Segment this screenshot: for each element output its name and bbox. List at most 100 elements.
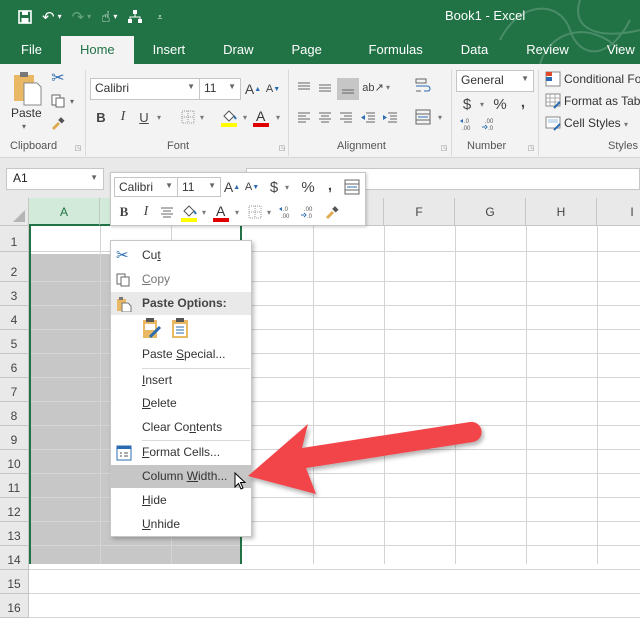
row-header-6[interactable]: 6 [0,354,29,378]
align-center-icon[interactable] [317,108,333,126]
column-header-g[interactable]: G [455,198,526,226]
font-name-combo[interactable]: Calibri ▼ [90,78,200,100]
row-header-9[interactable]: 9 [0,426,29,450]
cut-icon[interactable]: ✂ [48,68,68,88]
decrease-indent-icon[interactable] [359,108,377,126]
row-header-3[interactable]: 3 [0,282,29,306]
font-color-dropdown-icon[interactable]: ▾ [274,110,282,124]
mini-italic-button[interactable]: I [139,203,153,221]
tab-view[interactable]: View [588,36,640,64]
number-launcher-icon[interactable]: ◳ [527,144,535,152]
menu-item-clear-contents[interactable]: Clear Contents [111,416,251,439]
mini-font-color-dropdown-icon[interactable]: ▾ [233,205,241,219]
menu-item-insert[interactable]: Insert [111,369,251,392]
orientation-icon[interactable]: ab↗ [362,78,383,96]
customize-qat-icon[interactable]: ⩡ [157,12,162,22]
tab-review[interactable]: Review [507,36,588,64]
mini-comma-button[interactable]: , [325,175,335,195]
mini-currency-button[interactable]: $ [267,177,281,197]
font-color-icon[interactable]: A [253,106,269,128]
row-header-8[interactable]: 8 [0,402,29,426]
row-header-11[interactable]: 11 [0,474,29,498]
percent-button[interactable]: % [491,94,509,114]
mini-decrease-font-button[interactable]: A ▼ [245,177,259,197]
touch-mode-icon[interactable]: ☝ [101,10,110,25]
tab-home[interactable]: Home [60,36,134,64]
mini-font-color-icon[interactable]: A [213,201,229,223]
row-header-14[interactable]: 14 [0,546,29,570]
paste-dropdown-icon[interactable]: ▾ [22,122,26,131]
row-header-1[interactable]: 1 [0,226,29,252]
row-header-7[interactable]: 7 [0,378,29,402]
currency-dropdown-icon[interactable]: ▾ [478,96,486,112]
mini-percent-button[interactable]: % [299,177,317,197]
currency-button[interactable]: $ [460,94,474,114]
mini-decrease-decimal-icon[interactable]: .00.0 [299,203,317,221]
decrease-decimal-icon[interactable]: .00.0 [480,116,498,132]
mini-insert-delete-icon[interactable] [343,178,361,196]
merge-dropdown-icon[interactable]: ▾ [436,110,444,124]
format-as-table-button[interactable]: Format as Tabl [564,94,640,108]
number-format-combo[interactable]: General ▼ [456,70,534,92]
row-header-5[interactable]: 5 [0,330,29,354]
bottom-align-icon[interactable] [337,78,359,100]
underline-button[interactable]: U [137,108,151,126]
select-all-corner[interactable] [0,198,29,226]
underline-dropdown-icon[interactable]: ▾ [155,110,163,124]
name-box[interactable]: A1 ▼ [6,168,104,190]
mini-borders-dropdown-icon[interactable]: ▾ [265,205,273,219]
wrap-text-icon[interactable] [414,76,432,96]
row-header-15[interactable]: 15 [0,570,29,594]
mini-fill-color-icon[interactable] [181,201,197,223]
mini-format-painter-icon[interactable] [323,203,341,221]
undo-icon[interactable]: ↶ [42,10,55,25]
tab-file[interactable]: File [0,36,61,64]
touch-dropdown-icon[interactable]: ▾ [113,13,117,21]
row-header-4[interactable]: 4 [0,306,29,330]
row-header-13[interactable]: 13 [0,522,29,546]
org-chart-icon[interactable] [127,10,143,24]
conditional-formatting-button[interactable]: Conditional Fo [564,72,640,86]
conditional-formatting-icon[interactable] [544,70,562,88]
paste-button[interactable]: Paste [11,106,42,120]
increase-decimal-icon[interactable]: .0.00 [458,116,476,132]
comma-style-button[interactable]: , [518,92,528,112]
paste-values-icon[interactable] [169,317,191,339]
save-icon[interactable] [18,10,32,24]
decrease-font-size-button[interactable]: A ▼ [266,78,280,100]
mini-currency-dropdown-icon[interactable]: ▾ [283,179,291,195]
merge-center-icon[interactable] [414,108,432,126]
menu-item-cut[interactable]: ✂ Cut [111,244,251,267]
top-align-icon[interactable] [296,78,312,96]
orientation-dropdown-icon[interactable]: ▾ [384,80,392,94]
tab-insert[interactable]: Insert [134,36,205,64]
paste-icon[interactable] [12,70,44,108]
menu-item-hide[interactable]: Hide [111,489,251,512]
format-painter-icon[interactable] [48,114,68,132]
mini-increase-font-button[interactable]: A ▲ [224,177,240,197]
tab-data[interactable]: Data [442,36,507,64]
borders-dropdown-icon[interactable]: ▾ [198,110,206,124]
increase-font-size-button[interactable]: A ▲ [245,78,261,100]
italic-button[interactable]: I [116,108,130,126]
menu-item-unhide[interactable]: Unhide [111,513,251,536]
mini-borders-icon[interactable] [247,203,263,221]
paste-keep-formatting-icon[interactable] [141,317,163,339]
active-cell-a1[interactable] [30,227,99,254]
column-header-f[interactable]: F [384,198,455,226]
align-left-icon[interactable] [296,108,312,126]
mini-increase-decimal-icon[interactable]: .0.00 [277,203,295,221]
row-header-2[interactable]: 2 [0,252,29,282]
menu-item-format-cells[interactable]: Format Cells... [111,441,251,464]
tab-draw[interactable]: Draw [204,36,272,64]
tab-page-layout[interactable]: Page Layout [273,36,350,64]
row-header-16[interactable]: 16 [0,594,29,618]
bold-button[interactable]: B [94,108,108,126]
undo-dropdown-icon[interactable]: ▾ [58,13,62,21]
mini-font-name-combo[interactable]: Calibri ▼ [114,177,178,197]
increase-indent-icon[interactable] [381,108,399,126]
align-right-icon[interactable] [338,108,354,126]
cell-styles-button[interactable]: Cell Styles ▾ [564,116,628,130]
fill-color-icon[interactable] [221,106,237,128]
column-header-h[interactable]: H [526,198,597,226]
